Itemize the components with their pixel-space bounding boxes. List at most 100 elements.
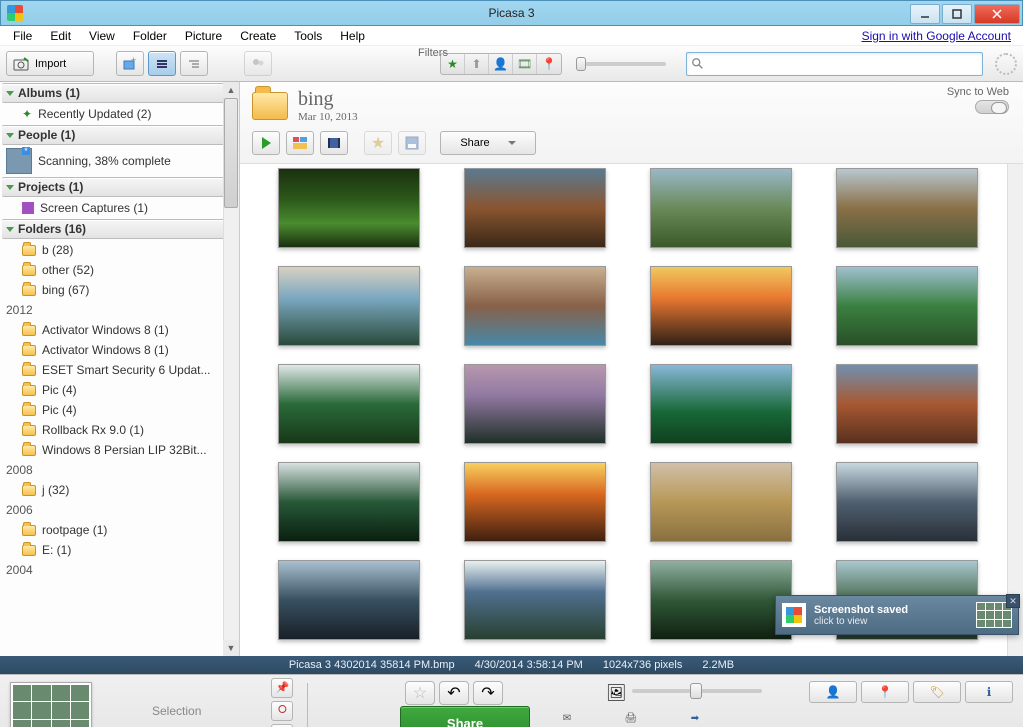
- folder-icon: [22, 285, 36, 296]
- thumbnail[interactable]: [464, 168, 606, 248]
- maximize-button[interactable]: [942, 4, 972, 24]
- import-button[interactable]: Import: [6, 51, 94, 76]
- menu-view[interactable]: View: [80, 27, 124, 45]
- close-button[interactable]: [974, 4, 1020, 24]
- sidebar-folder[interactable]: E: (1): [0, 540, 239, 560]
- photo-tray[interactable]: [10, 682, 92, 727]
- menu-help[interactable]: Help: [331, 27, 374, 45]
- sidebar-folder[interactable]: Pic (4): [0, 380, 239, 400]
- projects-header[interactable]: Projects (1): [2, 177, 225, 197]
- star-button[interactable]: ★: [364, 131, 392, 155]
- sidebar-folder-b[interactable]: b (28): [0, 240, 239, 260]
- sidebar-folder[interactable]: rootpage (1): [0, 520, 239, 540]
- scroll-down-icon[interactable]: ▼: [223, 640, 239, 656]
- scroll-thumb[interactable]: [224, 98, 238, 208]
- email-button[interactable]: ✉Email: [540, 709, 594, 727]
- sidebar-scrollbar[interactable]: ▲ ▼: [223, 82, 239, 656]
- sidebar-folder[interactable]: Pic (4): [0, 400, 239, 420]
- albums-header[interactable]: Albums (1): [2, 83, 225, 103]
- grid-scrollbar[interactable]: [1007, 164, 1023, 656]
- chevron-down-icon: [6, 185, 14, 190]
- menu-file[interactable]: File: [4, 27, 41, 45]
- thumbnail[interactable]: [464, 462, 606, 542]
- menu-create[interactable]: Create: [231, 27, 285, 45]
- thumbnail[interactable]: [836, 266, 978, 346]
- filter-face-button[interactable]: 👤: [489, 54, 513, 74]
- menu-picture[interactable]: Picture: [176, 27, 231, 45]
- list-view-button[interactable]: [148, 51, 176, 76]
- tree-view-button[interactable]: [180, 51, 208, 76]
- thumbnail[interactable]: [836, 168, 978, 248]
- rotate-right-button[interactable]: ↷: [473, 681, 503, 705]
- slider-knob[interactable]: [690, 683, 702, 699]
- thumbnail[interactable]: [650, 266, 792, 346]
- hold-button[interactable]: 📌: [271, 678, 293, 698]
- thumbnail[interactable]: [650, 168, 792, 248]
- export-button[interactable]: ➡Export: [668, 709, 722, 727]
- toast-close-button[interactable]: ✕: [1006, 594, 1020, 608]
- sync-toggle[interactable]: [975, 100, 1009, 114]
- thumbnail[interactable]: [836, 462, 978, 542]
- star-button[interactable]: ☆: [405, 681, 435, 705]
- tag-people-button[interactable]: 👤: [809, 681, 857, 703]
- thumbnail[interactable]: [278, 462, 420, 542]
- thumbnail[interactable]: [464, 266, 606, 346]
- rotate-left-button[interactable]: ↶: [439, 681, 469, 705]
- menu-tools[interactable]: Tools: [285, 27, 331, 45]
- app-icon: [782, 603, 806, 627]
- thumbnail-size-slider[interactable]: [632, 689, 762, 693]
- people-header[interactable]: People (1): [2, 125, 225, 145]
- thumbnail[interactable]: [464, 560, 606, 640]
- scroll-up-icon[interactable]: ▲: [223, 82, 239, 98]
- sidebar-folder[interactable]: ESET Smart Security 6 Updat...: [0, 360, 239, 380]
- thumbnail[interactable]: [650, 364, 792, 444]
- filter-upload-button[interactable]: ⬆: [465, 54, 489, 74]
- thumbnail[interactable]: [464, 364, 606, 444]
- sidebar-item-screen-captures[interactable]: Screen Captures (1): [0, 198, 239, 218]
- info-button[interactable]: ℹ: [965, 681, 1013, 703]
- slideshow-button[interactable]: [252, 131, 280, 155]
- thumbnail[interactable]: [278, 266, 420, 346]
- share-button[interactable]: Share: [400, 706, 530, 727]
- save-button[interactable]: [398, 131, 426, 155]
- collage-button[interactable]: [286, 131, 314, 155]
- window-title: Picasa 3: [488, 6, 534, 20]
- screenshot-toast[interactable]: Screenshot saved click to view ✕: [775, 595, 1019, 635]
- list-icon: [155, 58, 169, 70]
- print-button[interactable]: 🖨Print: [604, 709, 658, 727]
- menu-edit[interactable]: Edit: [41, 27, 80, 45]
- thumbnail[interactable]: [836, 364, 978, 444]
- clear-button[interactable]: ⭘: [271, 701, 293, 721]
- filter-geo-button[interactable]: 📍: [537, 54, 561, 74]
- share-dropdown[interactable]: Share: [440, 131, 536, 155]
- thumbnail[interactable]: [650, 462, 792, 542]
- folder-icon: [22, 485, 36, 496]
- folders-header[interactable]: Folders (16): [2, 219, 225, 239]
- new-album-button[interactable]: +: [116, 51, 144, 76]
- filter-movie-button[interactable]: 🎞: [513, 54, 537, 74]
- sidebar-item-recently-updated[interactable]: ✦Recently Updated (2): [0, 104, 239, 124]
- sidebar-folder-other[interactable]: other (52): [0, 260, 239, 280]
- thumbnail[interactable]: [650, 560, 792, 640]
- sidebar-folder[interactable]: Activator Windows 8 (1): [0, 340, 239, 360]
- filter-slider[interactable]: [576, 62, 666, 66]
- thumbnail[interactable]: [278, 560, 420, 640]
- sidebar-folder[interactable]: Windows 8 Persian LIP 32Bit...: [0, 440, 239, 460]
- search-input[interactable]: [686, 52, 983, 76]
- thumbnail[interactable]: [278, 168, 420, 248]
- people-button[interactable]: [244, 51, 272, 76]
- slider-knob[interactable]: [576, 57, 586, 71]
- sidebar-folder-bing[interactable]: bing (67): [0, 280, 239, 300]
- sidebar-folder[interactable]: Rollback Rx 9.0 (1): [0, 420, 239, 440]
- sidebar-folder[interactable]: Activator Windows 8 (1): [0, 320, 239, 340]
- minimize-button[interactable]: [910, 4, 940, 24]
- sign-in-link[interactable]: Sign in with Google Account: [862, 29, 1019, 43]
- tag-tags-button[interactable]: 🏷: [913, 681, 961, 703]
- menu-folder[interactable]: Folder: [124, 27, 176, 45]
- thumbnail[interactable]: [278, 364, 420, 444]
- sidebar-item-scanning[interactable]: Scanning, 38% complete: [0, 146, 239, 176]
- tag-places-button[interactable]: 📍: [861, 681, 909, 703]
- sidebar-folder[interactable]: j (32): [0, 480, 239, 500]
- add-button[interactable]: ▥: [271, 724, 293, 727]
- movie-button[interactable]: [320, 131, 348, 155]
